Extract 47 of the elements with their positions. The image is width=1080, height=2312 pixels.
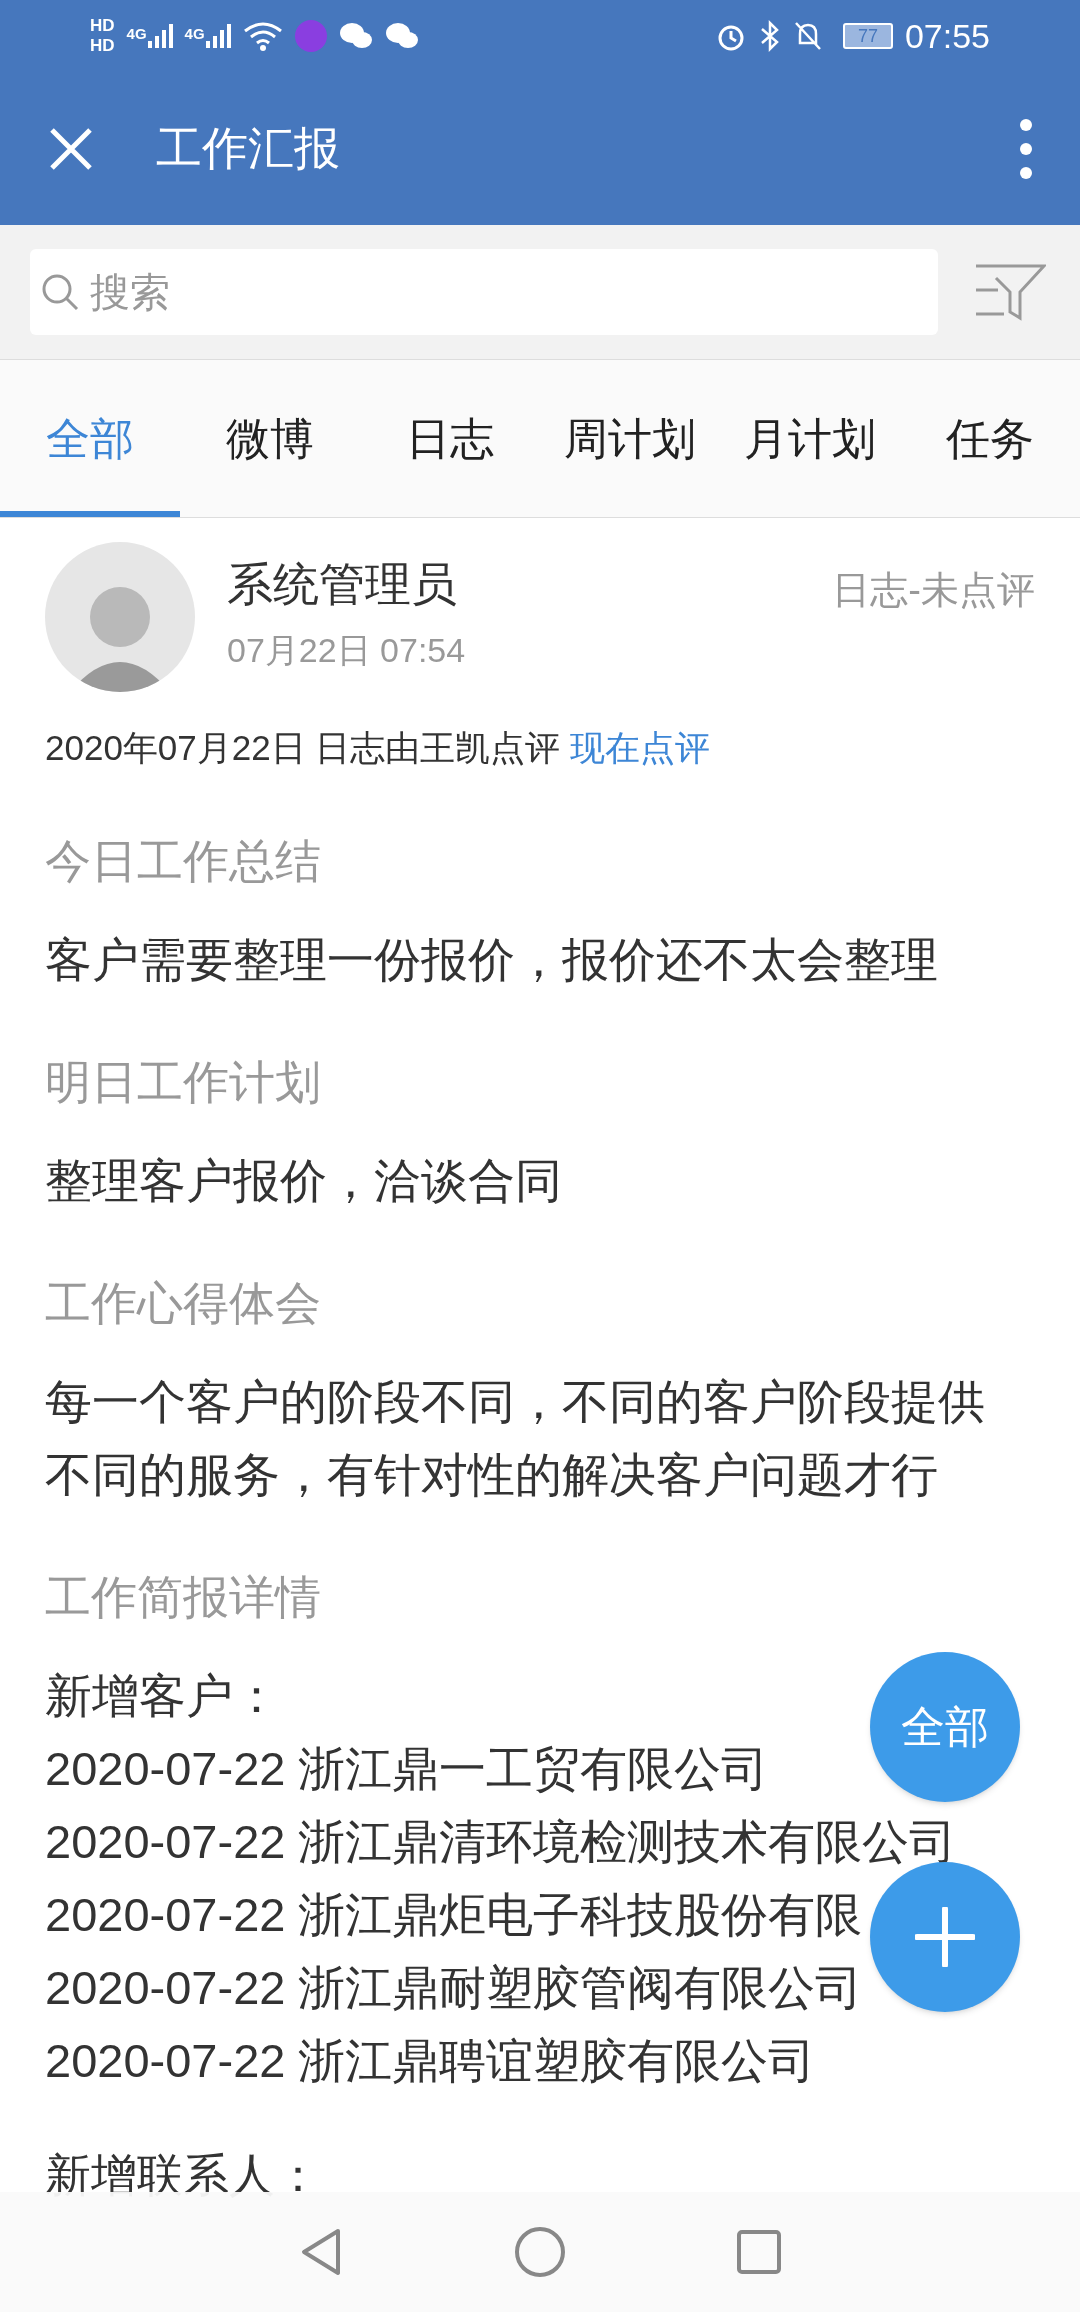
muted-bell-icon <box>792 20 823 52</box>
chat-icon <box>384 22 419 50</box>
tab[interactable]: 微博 <box>180 360 360 517</box>
status-label: 日志-未点评 <box>832 568 1035 613</box>
signal-icon <box>204 23 231 49</box>
section-text: 2020-07-22 浙江鼎清环境检测技术有限公司 <box>45 1813 957 1870</box>
chat-icon <box>338 22 373 50</box>
more-menu-icon[interactable] <box>1018 118 1034 179</box>
clock-time: 07:55 <box>904 15 990 57</box>
section-text: 2020-07-22 浙江鼎耐塑胶管阀有限公司 <box>45 1959 863 2016</box>
review-link[interactable]: 现在点评 <box>570 728 711 767</box>
section-text: 整理客户报价，洽谈合同 <box>45 1152 562 1209</box>
wifi-icon <box>242 21 283 51</box>
page-title: 工作汇报 <box>156 121 340 176</box>
section-heading: 明日工作计划 <box>45 1054 322 1110</box>
review-note: 2020年07月22日 日志由王凯点评 现在点评 <box>45 727 712 769</box>
sim-label: HD <box>90 16 115 36</box>
section-heading: 今日工作总结 <box>45 833 322 889</box>
section-heading: 工作心得体会 <box>45 1275 322 1331</box>
section-text: 2020-07-22 浙江鼎一工贸有限公司 <box>45 1740 769 1797</box>
search-icon <box>40 272 80 312</box>
section-text: 新增客户： <box>45 1667 280 1724</box>
home-icon[interactable] <box>514 2226 566 2278</box>
tab[interactable]: 任务 <box>900 360 1080 517</box>
sim-label: HD <box>90 36 115 56</box>
battery-icon: 77 <box>842 23 893 49</box>
tab[interactable]: 全部 <box>0 360 180 517</box>
plus-icon <box>915 1907 975 1967</box>
post-time: 07月22日 07:54 <box>227 630 466 671</box>
section-heading: 工作简报详情 <box>45 1569 322 1625</box>
section-text: 2020-07-22 浙江鼎炬电子科技股份有限 <box>45 1886 863 1943</box>
section-text: 2020-07-22 浙江鼎聘谊塑胶有限公司 <box>45 2032 816 2089</box>
section-text: 每一个客户的阶段不同，不同的客户阶段提供 <box>45 1373 985 1430</box>
tab[interactable]: 日志 <box>360 360 540 517</box>
network-label: 4G <box>126 24 147 44</box>
tab[interactable]: 月计划 <box>720 360 900 517</box>
section-heading: 新增联系人： <box>45 2147 322 2203</box>
filter-icon[interactable] <box>974 262 1046 322</box>
author-name: 系统管理员 <box>227 557 458 612</box>
app-icon <box>294 20 327 52</box>
network-label: 4G <box>184 24 205 44</box>
search-field[interactable]: 搜索 <box>30 249 938 335</box>
section-text: 不同的服务，有针对性的解决客户问题才行 <box>45 1446 938 1503</box>
tab[interactable]: 周计划 <box>540 360 720 517</box>
signal-icon <box>146 23 173 49</box>
recents-icon[interactable] <box>736 2229 782 2275</box>
section-text: 客户需要整理一份报价，报价还不太会整理 <box>45 931 938 988</box>
